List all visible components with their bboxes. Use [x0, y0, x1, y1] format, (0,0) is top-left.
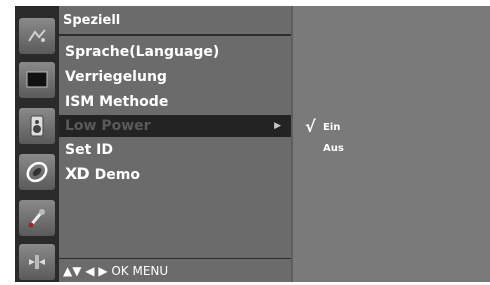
option-wrench-icon[interactable]	[19, 200, 55, 236]
audio-speaker-icon[interactable]	[19, 108, 55, 144]
menu-item-label: ISM Methode	[65, 94, 169, 110]
submenu-arrow-icon: ▶	[274, 121, 281, 131]
time-clock-icon[interactable]	[19, 154, 55, 190]
screen-icon[interactable]	[19, 62, 55, 98]
special-icon[interactable]	[19, 244, 55, 280]
nav-divider	[59, 258, 291, 259]
navigation-hint: ▲▼ ◀ ▶ OK MENU	[63, 264, 169, 278]
low-power-submenu: √ Ein Aus	[293, 6, 490, 282]
menu-item-label: Low Power	[65, 118, 151, 134]
title-divider	[59, 34, 291, 36]
menu-item-label: Sprache(Language)	[65, 44, 220, 60]
menu-item-set-id[interactable]: Set ID	[65, 139, 285, 161]
menu-item-low-power[interactable]: Low Power ▶	[59, 115, 291, 137]
menu-item-xd-demo[interactable]: XD Demo	[65, 163, 285, 185]
special-menu-panel: Speziell Sprache(Language) Verriegelung …	[59, 6, 291, 282]
menu-item-ism-method[interactable]: ISM Methode	[65, 91, 285, 113]
menu-item-label: Demo	[94, 167, 140, 183]
category-icon-column	[15, 6, 59, 282]
menu-item-label: Verriegelung	[65, 69, 167, 85]
tv-osd-menu: Speziell Sprache(Language) Verriegelung …	[15, 6, 490, 282]
picture-icon[interactable]	[19, 18, 55, 54]
option-off[interactable]: Aus	[323, 143, 344, 154]
menu-title: Speziell	[63, 13, 121, 28]
xd-logo: XD	[65, 164, 90, 183]
checkmark-icon: √	[305, 117, 316, 136]
menu-item-label: Set ID	[65, 142, 113, 158]
option-on[interactable]: Ein	[323, 122, 340, 133]
menu-item-language[interactable]: Sprache(Language)	[65, 41, 285, 63]
menu-item-child-lock[interactable]: Verriegelung	[65, 66, 285, 88]
